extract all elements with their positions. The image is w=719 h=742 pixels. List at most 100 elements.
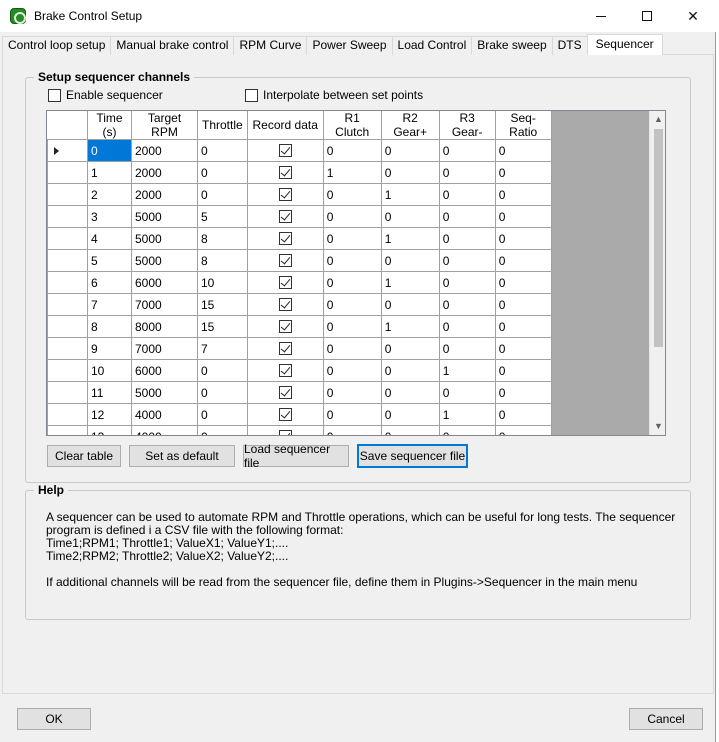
tab-sequencer[interactable]: Sequencer [586,34,663,55]
row-header[interactable] [47,337,88,360]
table-cell[interactable]: 1 [438,359,496,382]
table-cell[interactable]: 0 [494,161,552,184]
table-row[interactable]: 13400000000 [47,425,552,435]
table-row[interactable]: 8 8000 15 0 1 0 0 [47,315,552,338]
table-cell[interactable]: 9 [87,337,132,360]
table-cell[interactable]: 0 [438,271,496,294]
table-cell[interactable]: 0 [322,315,382,338]
table-cell[interactable]: 6 [87,271,132,294]
table-cell[interactable]: 5000 [131,205,198,228]
record-data-checkbox[interactable] [278,210,292,223]
column-header[interactable]: R3 Gear- [438,111,496,140]
table-cell[interactable]: 0 [322,227,382,250]
scroll-up-icon[interactable]: ▲ [650,111,665,128]
table-cell[interactable]: 0 [380,337,440,360]
column-header[interactable]: Target RPM [131,111,198,140]
table-cell[interactable]: 0 [380,139,440,162]
interpolate-checkbox[interactable]: Interpolate between set points [245,88,423,102]
table-cell[interactable]: 10 [87,359,132,382]
table-cell[interactable] [246,205,324,228]
row-header[interactable] [47,403,88,426]
table-cell[interactable]: 0 [197,139,248,162]
table-cell[interactable]: 8000 [131,315,198,338]
table-cell[interactable]: 0 [494,359,552,382]
table-cell[interactable]: 5000 [131,381,198,404]
cancel-button[interactable]: Cancel [629,708,703,730]
table-cell[interactable]: 0 [380,205,440,228]
row-header[interactable] [47,227,88,250]
table-cell[interactable]: 0 [494,271,552,294]
table-cell[interactable]: 0 [197,425,248,435]
table-cell[interactable] [246,227,324,250]
table-row[interactable]: 6 6000 10 0 1 0 0 [47,271,552,294]
table-cell[interactable]: 2000 [131,139,198,162]
title-bar[interactable]: Brake Control Setup ✕ [0,0,716,32]
table-cell[interactable]: 0 [438,315,496,338]
table-cell[interactable]: 0 [494,425,552,435]
table-row[interactable]: 4 5000 8 0 1 0 0 [47,227,552,250]
table-cell[interactable]: 0 [438,139,496,162]
tab-control-loop-setup[interactable]: Control loop setup [2,36,112,55]
table-cell[interactable] [246,271,324,294]
table-cell[interactable]: 0 [438,249,496,272]
table-cell[interactable]: 6000 [131,271,198,294]
table-cell[interactable]: 1 [87,161,132,184]
table-cell[interactable]: 0 [197,403,248,426]
table-cell[interactable]: 0 [494,381,552,404]
sequencer-grid[interactable]: Time (s) Target RPM Throttle Record data R1 … [46,110,666,436]
enable-sequencer-box[interactable] [48,88,61,102]
table-cell[interactable]: 7 [197,337,248,360]
row-header[interactable] [47,161,88,184]
record-data-checkbox[interactable] [278,408,292,421]
table-cell[interactable]: 15 [197,315,248,338]
table-cell[interactable] [246,161,324,184]
column-header[interactable]: Throttle [197,111,248,140]
table-cell[interactable]: 0 [438,293,496,316]
row-header[interactable] [47,425,88,435]
table-cell[interactable]: 5000 [131,249,198,272]
table-cell[interactable]: 6000 [131,359,198,382]
record-data-checkbox[interactable] [278,254,292,267]
table-cell[interactable] [246,403,324,426]
table-cell[interactable]: 0 [494,403,552,426]
table-cell[interactable]: 0 [494,315,552,338]
load-sequencer-file-button[interactable]: Load sequencer file [243,442,349,470]
table-cell[interactable]: 0 [322,271,382,294]
table-cell[interactable]: 7000 [131,293,198,316]
tab-manual-brake-control[interactable]: Manual brake control [110,36,235,55]
table-cell[interactable] [246,293,324,316]
table-cell[interactable]: 0 [438,425,496,435]
table-row[interactable]: 2 2000 0 0 1 0 0 [47,183,552,206]
ok-button[interactable]: OK [17,708,91,730]
table-cell[interactable]: 2000 [131,183,198,206]
table-cell[interactable]: 0 [380,425,440,435]
table-cell[interactable]: 0 [322,249,382,272]
table-cell[interactable]: 1 [380,227,440,250]
table-cell[interactable] [246,139,324,162]
table-cell[interactable] [246,249,324,272]
table-cell[interactable]: 0 [322,337,382,360]
table-cell[interactable]: 0 [197,161,248,184]
table-cell[interactable]: 0 [380,403,440,426]
record-data-checkbox[interactable] [278,166,292,179]
table-row[interactable]: 9 7000 7 0 0 0 0 [47,337,552,360]
table-cell[interactable] [246,337,324,360]
table-cell[interactable]: 2 [87,183,132,206]
maximize-button[interactable] [624,0,670,32]
table-cell[interactable]: 11 [87,381,132,404]
table-cell[interactable]: 0 [438,183,496,206]
table-cell[interactable]: 8 [87,315,132,338]
table-cell[interactable]: 4000 [131,403,198,426]
table-cell[interactable]: 15 [197,293,248,316]
table-cell[interactable]: 0 [494,337,552,360]
table-cell[interactable]: 12 [87,403,132,426]
table-cell[interactable]: 1 [380,315,440,338]
record-data-checkbox[interactable] [278,364,292,377]
table-cell[interactable]: 0 [197,381,248,404]
row-header[interactable] [47,381,88,404]
table-cell[interactable]: 0 [438,161,496,184]
table-cell[interactable]: 0 [494,183,552,206]
table-cell[interactable] [246,425,324,435]
table-cell[interactable]: 10 [197,271,248,294]
table-cell[interactable]: 0 [438,381,496,404]
